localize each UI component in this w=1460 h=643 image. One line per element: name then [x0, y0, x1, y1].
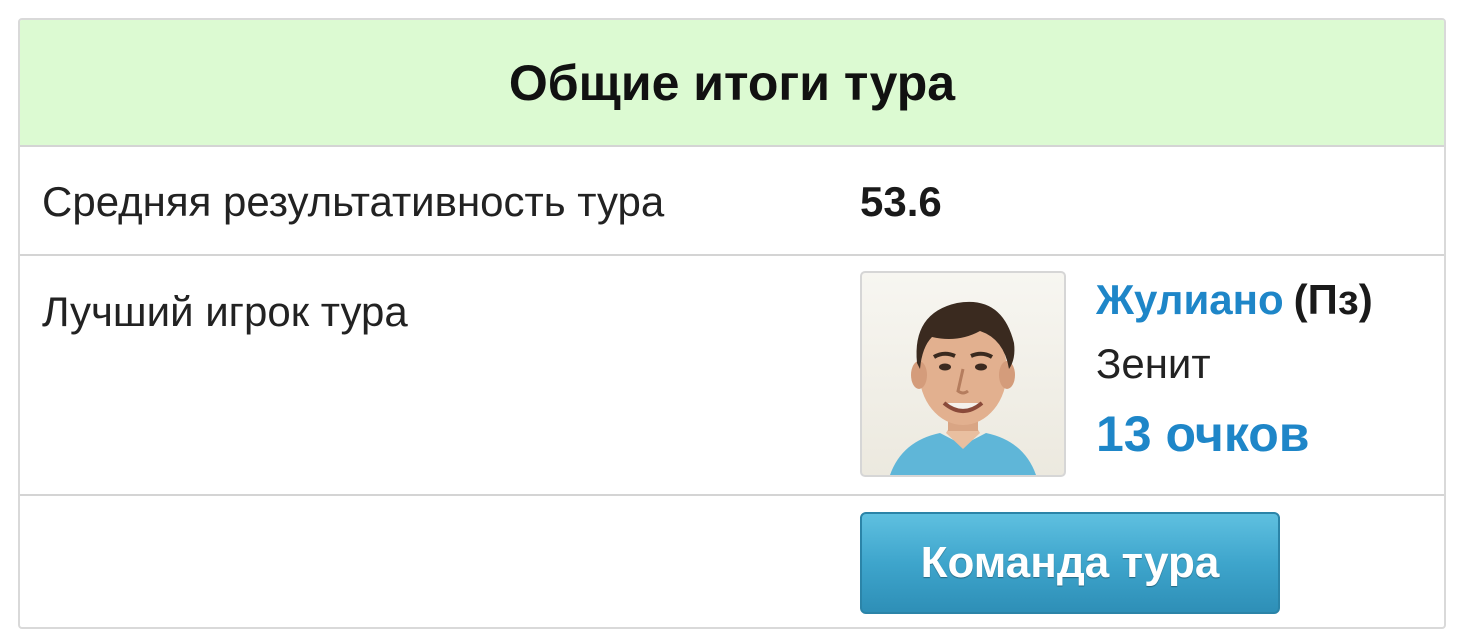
player-name-line: Жулиано (Пз): [1096, 276, 1373, 324]
average-score-label: Средняя результативность тура: [42, 178, 665, 225]
actions-row: Команда тура: [20, 496, 1444, 627]
player-photo[interactable]: [860, 271, 1066, 477]
player-name-link[interactable]: Жулиано: [1096, 276, 1284, 323]
player-position: (Пз): [1293, 276, 1373, 323]
best-player-row: Лучший игрок тура Жулиано (Пз) Зенит 13 …: [20, 256, 1444, 496]
player-points: 13 очков: [1096, 406, 1310, 462]
player-info: Жулиано (Пз) Зенит 13 очков: [1096, 276, 1373, 462]
player-avatar-icon: [890, 301, 1036, 475]
average-score-row: Средняя результативность тура 53.6: [20, 145, 1444, 256]
team-of-round-button[interactable]: Команда тура: [860, 512, 1280, 614]
panel-title: Общие итоги тура: [20, 20, 1444, 147]
best-player-label: Лучший игрок тура: [42, 288, 408, 335]
player-team: Зенит: [1096, 340, 1211, 387]
average-score-value: 53.6: [860, 178, 942, 225]
round-summary-panel: Общие итоги тура Средняя результативност…: [18, 18, 1446, 629]
